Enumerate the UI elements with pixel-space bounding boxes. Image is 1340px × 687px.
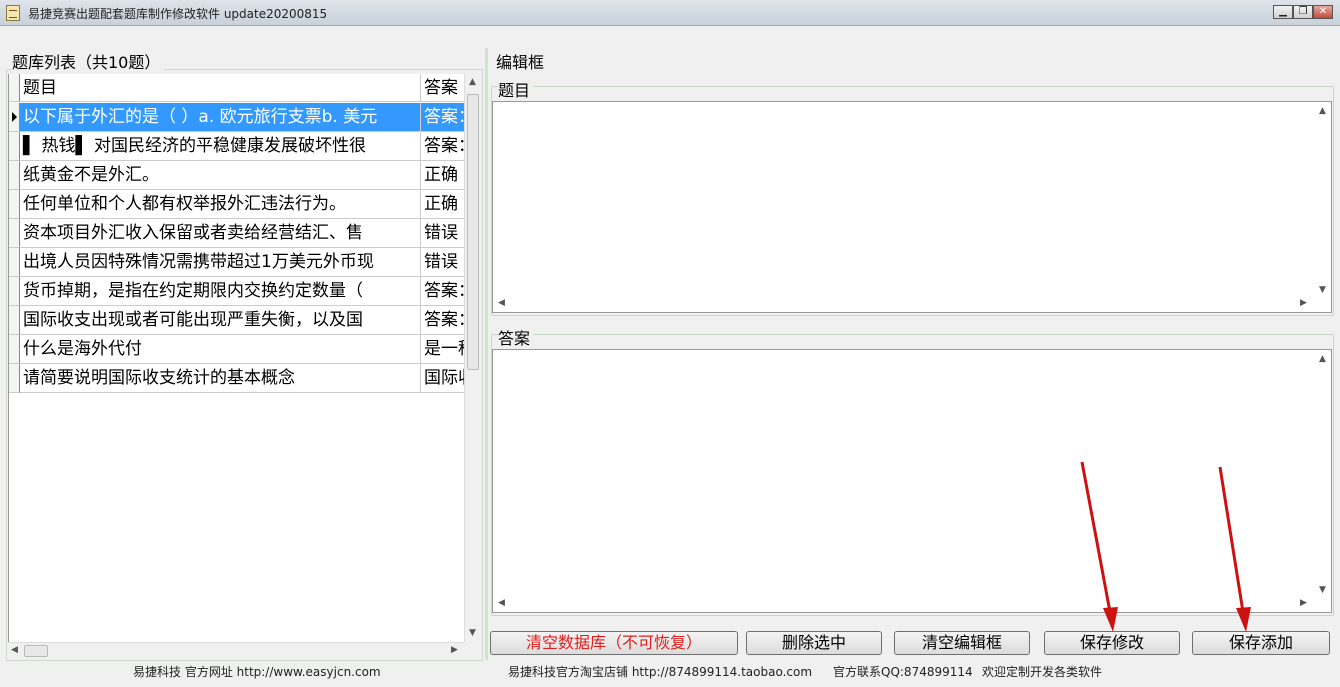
status-qq: 官方联系QQ:874899114	[833, 664, 973, 680]
row-indicator[interactable]	[9, 306, 20, 335]
question-cell[interactable]: 任何单位和个人都有权举报外汇违法行为。	[20, 190, 421, 219]
status-custom: 欢迎定制开发各类软件	[982, 664, 1102, 680]
editor-title: 编辑框	[496, 49, 544, 73]
close-icon[interactable]: ✕	[1313, 5, 1333, 19]
column-header-answer[interactable]: 答案	[421, 74, 464, 102]
question-cell[interactable]: 货币掉期，是指在约定期限内交换约定数量（	[20, 277, 421, 306]
answer-cell[interactable]: 错误	[421, 219, 464, 248]
restore-icon[interactable]: ❐	[1293, 5, 1313, 19]
minimize-icon[interactable]: ▁	[1273, 5, 1293, 19]
answer-cell[interactable]: 答案：	[421, 103, 464, 132]
scroll-left-icon[interactable]: ◀	[498, 598, 505, 608]
panel-splitter[interactable]	[485, 48, 488, 660]
scroll-up-icon[interactable]: ▲	[1319, 354, 1326, 364]
question-list-title: 题库列表（共10题）	[12, 49, 164, 73]
question-edit-label: 题目	[498, 77, 533, 101]
question-cell[interactable]: 出境人员因特殊情况需携带超过1万美元外币现	[20, 248, 421, 277]
answer-cell[interactable]: 错误	[421, 248, 464, 277]
scroll-left-icon[interactable]: ◀	[498, 298, 505, 308]
grid-vertical-scrollbar[interactable]: ▲ ▼	[464, 74, 481, 642]
question-cell[interactable]: ▌ 热钱▌ 对国民经济的平稳健康发展破坏性很	[20, 132, 421, 161]
grid-header: 题目 答案	[9, 74, 464, 102]
grid-horizontal-scrollbar[interactable]: ◀ ▶	[8, 642, 464, 659]
row-indicator[interactable]	[9, 335, 20, 364]
grid-vertical-thumb[interactable]	[467, 94, 479, 370]
row-indicator[interactable]	[9, 161, 20, 190]
answer-cell[interactable]: 国际收	[421, 364, 464, 393]
answer-cell[interactable]: 正确	[421, 190, 464, 219]
save-edit-button[interactable]: 保存修改	[1044, 631, 1180, 655]
status-website: 易捷科技 官方网址 http://www.easyjcn.com	[133, 664, 381, 680]
row-indicator[interactable]	[9, 248, 20, 277]
question-cell[interactable]: 请简要说明国际收支统计的基本概念	[20, 364, 421, 393]
scroll-left-icon[interactable]: ◀	[11, 645, 18, 655]
scroll-right-icon[interactable]: ▶	[1300, 598, 1307, 608]
row-indicator[interactable]	[9, 190, 20, 219]
title-bar: 易捷竞赛出题配套题库制作修改软件 update20200815 ▁ ❐ ✕	[0, 0, 1340, 26]
scroll-down-icon[interactable]: ▼	[469, 628, 476, 638]
question-cell[interactable]: 国际收支出现或者可能出现严重失衡，以及国	[20, 306, 421, 335]
answer-textarea[interactable]: ▲ ▼ ◀ ▶	[492, 349, 1332, 613]
scroll-down-icon[interactable]: ▼	[1319, 285, 1326, 295]
question-horizontal-scrollbar[interactable]: ◀ ▶	[493, 295, 1315, 312]
scroll-down-icon[interactable]: ▼	[1319, 585, 1326, 595]
question-cell[interactable]: 资本项目外汇收入保留或者卖给经营结汇、售	[20, 219, 421, 248]
status-shop: 易捷科技官方淘宝店铺 http://874899114.taobao.com	[508, 664, 812, 680]
scroll-up-icon[interactable]: ▲	[1319, 106, 1326, 116]
answer-cell[interactable]: 答案：	[421, 132, 464, 161]
answer-cell[interactable]: 是一种	[421, 335, 464, 364]
grid-horizontal-thumb[interactable]	[24, 645, 48, 657]
save-add-button[interactable]: 保存添加	[1192, 631, 1330, 655]
question-grid[interactable]: 题目 答案 以下属于外汇的是（ ）a. 欧元旅行支票b. 美元 答案： ▌ 热钱…	[8, 74, 464, 642]
row-indicator[interactable]	[9, 103, 20, 132]
answer-cell[interactable]: 正确	[421, 161, 464, 190]
clear-database-button[interactable]: 清空数据库（不可恢复）	[490, 631, 738, 655]
clear-editor-button[interactable]: 清空编辑框	[894, 631, 1030, 655]
row-indicator[interactable]	[9, 277, 20, 306]
header-corner	[9, 74, 20, 102]
question-cell[interactable]: 什么是海外代付	[20, 335, 421, 364]
scroll-right-icon[interactable]: ▶	[451, 645, 458, 655]
app-icon	[6, 5, 20, 21]
delete-selected-button[interactable]: 删除选中	[746, 631, 882, 655]
question-cell[interactable]: 以下属于外汇的是（ ）a. 欧元旅行支票b. 美元	[20, 103, 421, 132]
question-vertical-scrollbar[interactable]: ▲ ▼	[1314, 102, 1331, 312]
question-textarea[interactable]: ▲ ▼ ◀ ▶	[492, 101, 1332, 313]
answer-vertical-scrollbar[interactable]: ▲ ▼	[1314, 350, 1331, 612]
answer-horizontal-scrollbar[interactable]: ◀ ▶	[493, 595, 1315, 612]
question-cell[interactable]: 纸黄金不是外汇。	[20, 161, 421, 190]
row-indicator[interactable]	[9, 364, 20, 393]
answer-edit-label: 答案	[498, 325, 533, 349]
row-indicator[interactable]	[9, 132, 20, 161]
window-title: 易捷竞赛出题配套题库制作修改软件 update20200815	[28, 5, 327, 22]
column-header-question[interactable]: 题目	[20, 74, 421, 102]
row-indicator[interactable]	[9, 219, 20, 248]
answer-cell[interactable]: 答案：	[421, 277, 464, 306]
scroll-right-icon[interactable]: ▶	[1300, 298, 1307, 308]
answer-cell[interactable]: 答案：	[421, 306, 464, 335]
scroll-up-icon[interactable]: ▲	[469, 77, 476, 87]
